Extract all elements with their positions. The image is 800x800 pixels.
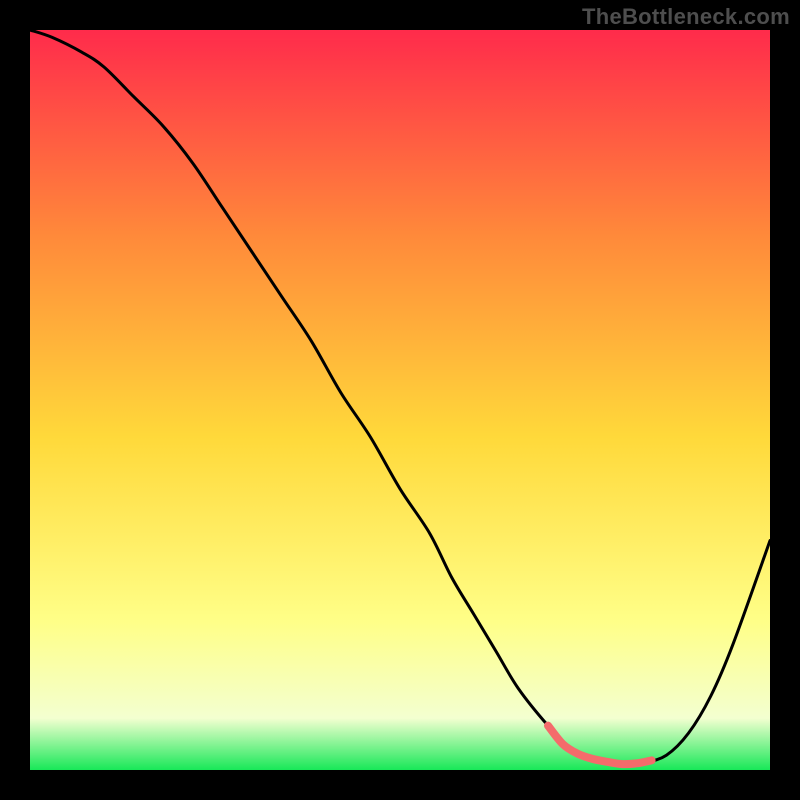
plot-area (30, 30, 770, 770)
gradient-background (30, 30, 770, 770)
chart-frame: TheBottleneck.com (0, 0, 800, 800)
watermark-text: TheBottleneck.com (582, 4, 790, 30)
chart-svg (30, 30, 770, 770)
